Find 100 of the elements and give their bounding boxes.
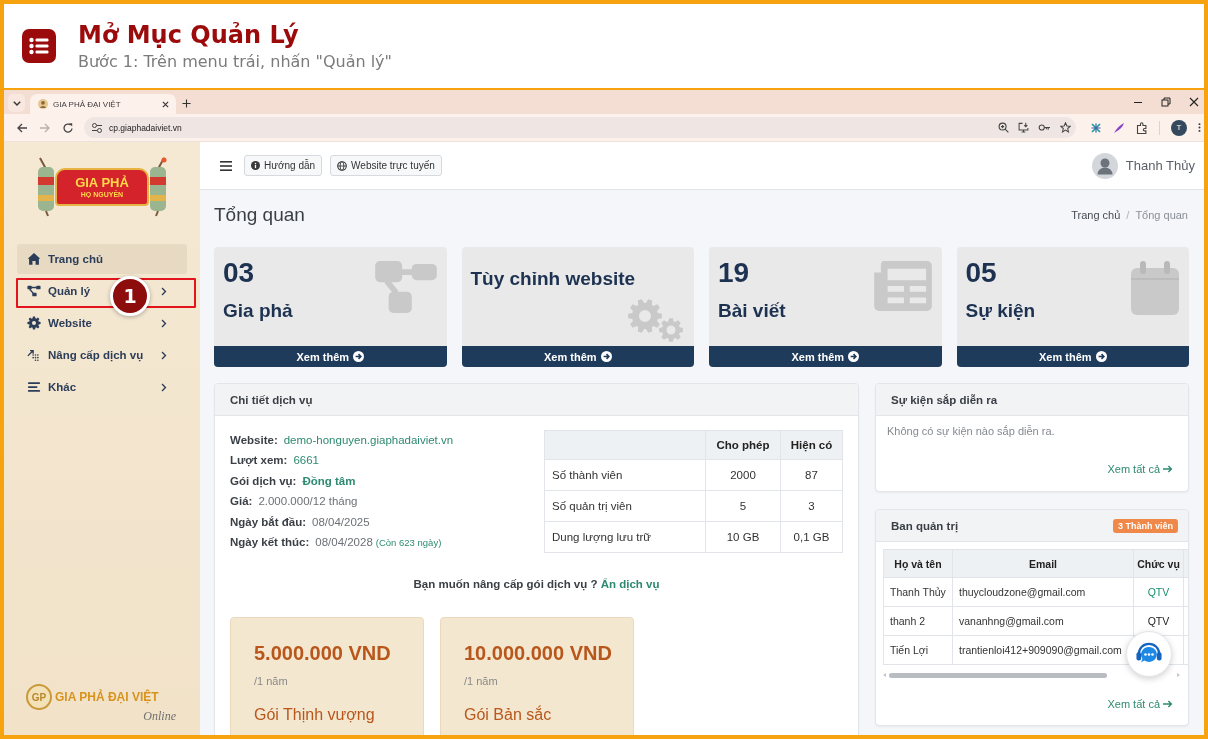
card-title: Ban quản trị xyxy=(891,519,959,532)
column-header: Hiện có xyxy=(780,430,843,460)
step-number-tooltip: 1 xyxy=(110,276,150,316)
user-name[interactable]: Thanh Thủy xyxy=(1125,158,1195,173)
table-cell: 3 xyxy=(780,490,843,522)
browser-tab[interactable]: GIA PHẢ ĐẠI VIỆT xyxy=(30,94,176,114)
upgrade-question: Bạn muốn nâng cấp gói dịch vụ ? xyxy=(413,578,598,591)
plan-name: Gói Bản sắc xyxy=(464,705,553,726)
table-cell: 5 xyxy=(705,490,781,522)
sidebar-menu-item[interactable]: Trang chủ xyxy=(17,244,187,274)
close-icon[interactable] xyxy=(1189,97,1199,107)
column-header: Chức vụ xyxy=(1133,549,1184,578)
table-cell: 87 xyxy=(780,459,843,491)
gears-icon xyxy=(627,298,684,343)
table-cell: 10 GB xyxy=(705,521,781,553)
view-all-link[interactable]: Xem tất cả xyxy=(1107,697,1173,711)
zoom-in-icon[interactable] xyxy=(998,122,1009,133)
nav-button[interactable]: Website trực tuyến xyxy=(330,155,442,176)
arrow-right-icon xyxy=(1163,700,1173,708)
arrow-circle-icon xyxy=(1095,351,1107,362)
field-value: 08/04/2025 xyxy=(312,515,370,528)
newspaper-icon xyxy=(873,261,932,311)
table-cell: thanh 2 xyxy=(883,606,953,636)
trend-up-icon xyxy=(27,348,41,362)
close-icon[interactable] xyxy=(162,100,169,108)
star-icon[interactable] xyxy=(1060,122,1071,133)
asterisk-icon[interactable] xyxy=(1090,121,1102,134)
address-bar[interactable]: cp.giaphadaiviet.vn xyxy=(84,117,1076,138)
view-more-link[interactable]: Xem thêm xyxy=(461,346,694,367)
arrow-circle-icon xyxy=(848,351,860,362)
field-link[interactable]: demo-honguyen.giaphadaiviet.vn xyxy=(283,434,454,446)
card-title: Chi tiết dịch vụ xyxy=(230,393,313,406)
sitemap-icon xyxy=(27,284,41,298)
view-more-link[interactable]: Xem thêm xyxy=(214,346,447,367)
table-cell: Số quản trị viên xyxy=(544,490,706,522)
stat-value: 03 xyxy=(223,257,256,289)
key-icon[interactable] xyxy=(1038,122,1051,133)
globe-icon xyxy=(337,160,348,171)
table-cell: Dung lượng lưu trữ xyxy=(544,521,706,553)
hide-services-link[interactable]: Ẩn dịch vụ xyxy=(600,578,660,591)
plan-card[interactable]: 10.000.000 VND /1 năm Gói Bản sắc xyxy=(440,617,634,735)
menu-icon[interactable] xyxy=(220,160,232,171)
sliders-icon[interactable] xyxy=(91,121,103,134)
view-more-link[interactable]: Xem thêm xyxy=(956,346,1189,367)
menu-icon xyxy=(27,380,41,394)
stat-label: Bài viết xyxy=(718,299,786,323)
horizontal-scrollbar[interactable] xyxy=(883,671,1180,679)
chat-support-button[interactable] xyxy=(1126,631,1172,677)
stat-value: 19 xyxy=(718,257,751,289)
restore-icon[interactable] xyxy=(1161,97,1171,107)
page-title: Tổng quan xyxy=(214,204,305,226)
plus-icon[interactable] xyxy=(182,99,191,108)
sidebar-menu-item[interactable]: Nâng cấp dịch vụ xyxy=(17,340,187,370)
role-text: QTV xyxy=(1147,615,1170,627)
column-header: Cho phép xyxy=(705,430,781,460)
profile-avatar[interactable]: T xyxy=(1171,119,1187,136)
role-link[interactable]: QTV xyxy=(1147,586,1170,598)
puzzle-icon[interactable] xyxy=(1136,121,1148,134)
arrow-circle-icon xyxy=(600,351,612,362)
breadcrumb-link[interactable]: Trang chủ xyxy=(1071,209,1121,221)
more-options-icon[interactable] xyxy=(1198,122,1201,133)
avatar-icon[interactable] xyxy=(1091,152,1118,179)
nav-button[interactable]: Hướng dẫn xyxy=(244,155,323,176)
card-title: Sự kiện sắp diễn ra xyxy=(891,393,998,406)
view-all-link[interactable]: Xem tất cả xyxy=(1107,462,1173,476)
column-header: Email xyxy=(952,549,1134,578)
field-value: 08/04/2028 xyxy=(315,536,373,549)
calendar-icon xyxy=(1131,261,1179,315)
back-arrow-icon[interactable] xyxy=(16,121,28,134)
member-count-badge: 3 Thành viên xyxy=(1113,518,1178,533)
plan-price: 5.000.000 VND xyxy=(254,641,392,667)
settings-icon xyxy=(27,316,41,330)
field-label: Giá: xyxy=(230,495,253,508)
field-value: Đồng tâm xyxy=(302,474,356,487)
feather-icon[interactable] xyxy=(1113,121,1125,134)
table-cell: Tiến Lợi xyxy=(883,635,953,665)
plan-card[interactable]: 5.000.000 VND /1 năm Gói Thịnh vượng xyxy=(230,617,424,735)
table-cell: thuycloudzone@gmail.com xyxy=(952,577,1134,607)
table-cell: 0,1 GB xyxy=(780,521,843,553)
logo-tagline: Online xyxy=(143,709,176,723)
tab-list-button[interactable] xyxy=(8,94,25,112)
monitor-download-icon[interactable] xyxy=(1018,122,1029,133)
field-label: Lượt xem: xyxy=(230,454,288,467)
logo-emblem: GP xyxy=(26,684,52,710)
field-label: Ngày kết thúc: xyxy=(230,536,310,549)
field-label: Ngày bắt đầu: xyxy=(230,515,307,528)
arrow-circle-icon xyxy=(353,351,365,362)
reload-icon[interactable] xyxy=(62,121,74,134)
person-circle-icon xyxy=(38,99,48,109)
plan-price: 10.000.000 VND xyxy=(464,641,613,667)
view-more-link[interactable]: Xem thêm xyxy=(709,346,942,367)
sidebar-menu-item[interactable]: Khác xyxy=(17,372,187,402)
remaining-days-note: (Còn 623 ngày) xyxy=(375,537,442,549)
column-header: Họ và tên xyxy=(883,549,953,578)
stat-value: 05 xyxy=(965,257,998,289)
home-icon xyxy=(27,252,41,266)
stat-label: Sự kiện xyxy=(965,299,1036,323)
field-link[interactable]: 6661 xyxy=(293,454,319,467)
field-label: Website: xyxy=(230,434,278,446)
table-cell: vananhng@gmail.com xyxy=(952,606,1134,636)
